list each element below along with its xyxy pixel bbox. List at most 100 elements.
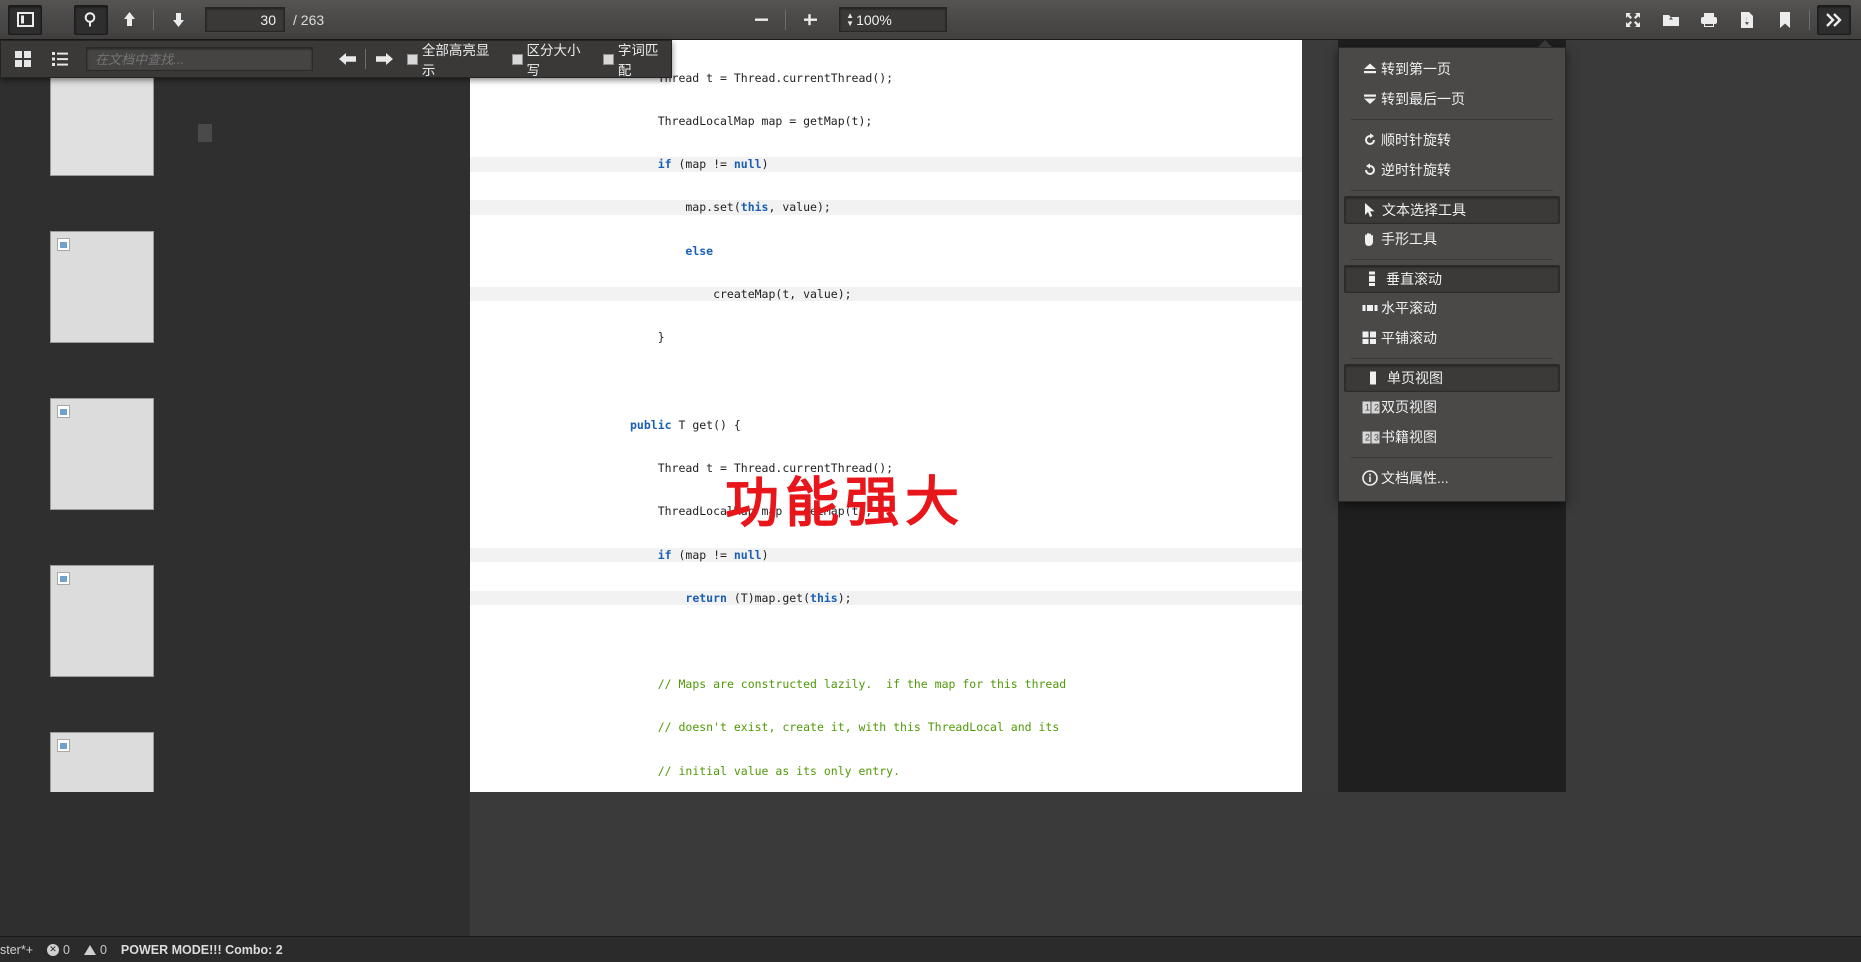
vertical-scroll-icon [1367,271,1385,287]
menu-separator [1351,457,1553,458]
thumbnail-view-button[interactable] [7,45,39,73]
highlight-all-option[interactable]: 全部高亮显示 [407,39,502,79]
thumbnail-item[interactable] [50,64,154,176]
open-file-button[interactable] [1654,5,1688,35]
whole-words-option[interactable]: 字词匹配 [602,39,671,79]
thumbnail-item[interactable] [50,398,154,510]
branch-indicator[interactable]: ster*+ [0,943,33,957]
error-icon: ✕ [47,943,60,956]
sidebar-marker [198,124,212,142]
search-toggle-button[interactable] [74,4,108,35]
rotate-clockwise-icon [1362,132,1380,148]
zoom-in-button[interactable] [793,5,827,35]
svg-text:2: 2 [1365,432,1370,442]
error-indicator[interactable]: ✕ 0 [47,943,70,957]
toolbar-zoom-group: ▲ ▼ 100% [742,5,948,35]
svg-text:3: 3 [1374,432,1379,442]
bookmark-button[interactable] [1768,5,1802,35]
search-icon [83,11,100,28]
menu-label: 水平滚动 [1381,300,1437,316]
checkbox-icon[interactable] [511,53,523,65]
rotate-counterclockwise-icon [1362,162,1380,178]
main-toolbar: 30 / 263 ▲ ▼ 100% [0,0,1861,40]
secondary-toolbar-menu: 转到第一页 转到最后一页 顺时针旋转 逆时针旋转 文本选择工具 手形工具 垂直滚… [1338,47,1566,502]
code-line: public T get() { [630,418,741,433]
folder-upload-icon [1662,11,1680,29]
go-to-last-page-icon [1362,92,1380,106]
match-case-option[interactable]: 区分大小写 [511,39,593,79]
code-line: createMap(t, value); [470,286,1302,302]
menu-item-vertical-scroll[interactable]: 垂直滚动 [1344,265,1560,293]
more-tools-button[interactable] [1817,4,1851,35]
spinner-icon: ▲ ▼ [846,10,855,28]
text-select-tool-icon [1363,202,1381,218]
thumbnail-item[interactable] [50,231,154,343]
horizontal-scroll-icon [1362,302,1380,314]
thumbnail-item[interactable] [50,565,154,677]
menu-item-document-properties[interactable]: 文档属性... [1344,463,1560,493]
checkbox-icon[interactable] [602,53,614,65]
toolbar-left-group: 30 / 263 [0,4,325,35]
outline-view-button[interactable] [45,45,77,73]
find-previous-button[interactable] [335,46,361,72]
menu-label: 文本选择工具 [1382,202,1466,218]
document-viewport[interactable]: Thread t = Thread.currentThread(); Threa… [470,40,1338,792]
page-number-input[interactable]: 30 [205,7,285,32]
code-line: // initial value as its only entry. [657,763,901,778]
sidebar-toggle-button[interactable] [8,4,42,35]
menu-item-rotate-counterclockwise[interactable]: 逆时针旋转 [1344,155,1560,185]
zoom-select[interactable]: ▲ ▼ 100% [839,7,948,32]
toolbar-divider [153,9,154,30]
checkbox-icon[interactable] [407,53,418,65]
red-stamp-watermark: 功能强大 [724,468,966,536]
book-view-icon: 23 [1362,431,1380,444]
page-content: Thread t = Thread.currentThread(); Threa… [470,40,1302,792]
menu-item-go-to-first-page[interactable]: 转到第一页 [1344,54,1560,84]
warning-indicator[interactable]: 0 [83,943,107,957]
menu-separator [1351,358,1553,359]
menu-label: 逆时针旋转 [1381,162,1451,178]
menu-item-text-select-tool[interactable]: 文本选择工具 [1344,196,1560,224]
pdf-viewer-window: 30 / 263 ▲ ▼ 100% Thread t = Thread.curr… [0,0,1861,962]
menu-item-two-page-view[interactable]: 12 双页视图 [1344,392,1560,422]
broken-image-icon [57,739,70,752]
zoom-out-button[interactable] [744,5,778,35]
arrow-up-icon [122,11,137,28]
menu-item-rotate-clockwise[interactable]: 顺时针旋转 [1344,125,1560,155]
menu-item-go-to-last-page[interactable]: 转到最后一页 [1344,84,1560,114]
status-bar: ster*+ ✕ 0 0 POWER MODE!!! Combo: 2 [0,936,1861,962]
print-button[interactable] [1692,5,1726,35]
search-input[interactable] [86,47,314,71]
menu-label: 转到第一页 [1381,61,1451,77]
broken-image-icon [57,405,70,418]
menu-item-single-page-view[interactable]: 单页视图 [1344,364,1560,392]
download-button[interactable] [1730,5,1764,35]
branch-label: ster*+ [0,942,34,957]
page-total-label: / 263 [293,11,325,28]
page-number-value: 30 [260,11,276,28]
plus-icon [802,11,819,28]
toolbar-right-group [1614,4,1861,35]
next-page-button[interactable] [161,5,195,35]
broken-image-icon [57,572,70,585]
download-icon [1738,11,1756,29]
menu-separator [1351,259,1553,260]
printer-icon [1700,11,1718,29]
menu-item-wrapped-scroll[interactable]: 平铺滚动 [1344,323,1560,353]
previous-page-button[interactable] [112,5,146,35]
menu-item-horizontal-scroll[interactable]: 水平滚动 [1344,293,1560,323]
whole-words-label: 字词匹配 [617,43,659,78]
menu-item-book-view[interactable]: 23 书籍视图 [1344,422,1560,452]
code-block-1: Thread t = Thread.currentThread(); Threa… [470,42,1302,373]
code-line: if (map != null) [470,157,1302,172]
find-next-button[interactable] [371,46,397,72]
menu-popup-caret [1538,40,1552,47]
error-count: 0 [63,942,70,957]
go-to-first-page-icon [1362,62,1380,76]
presentation-mode-button[interactable] [1616,5,1650,35]
thumbnail-list [50,64,160,899]
menu-item-hand-tool[interactable]: 手形工具 [1344,224,1560,254]
wrapped-scroll-icon [1362,331,1380,345]
menu-separator [1351,119,1553,120]
power-mode-label: POWER MODE!!! Combo: 2 [120,942,283,957]
